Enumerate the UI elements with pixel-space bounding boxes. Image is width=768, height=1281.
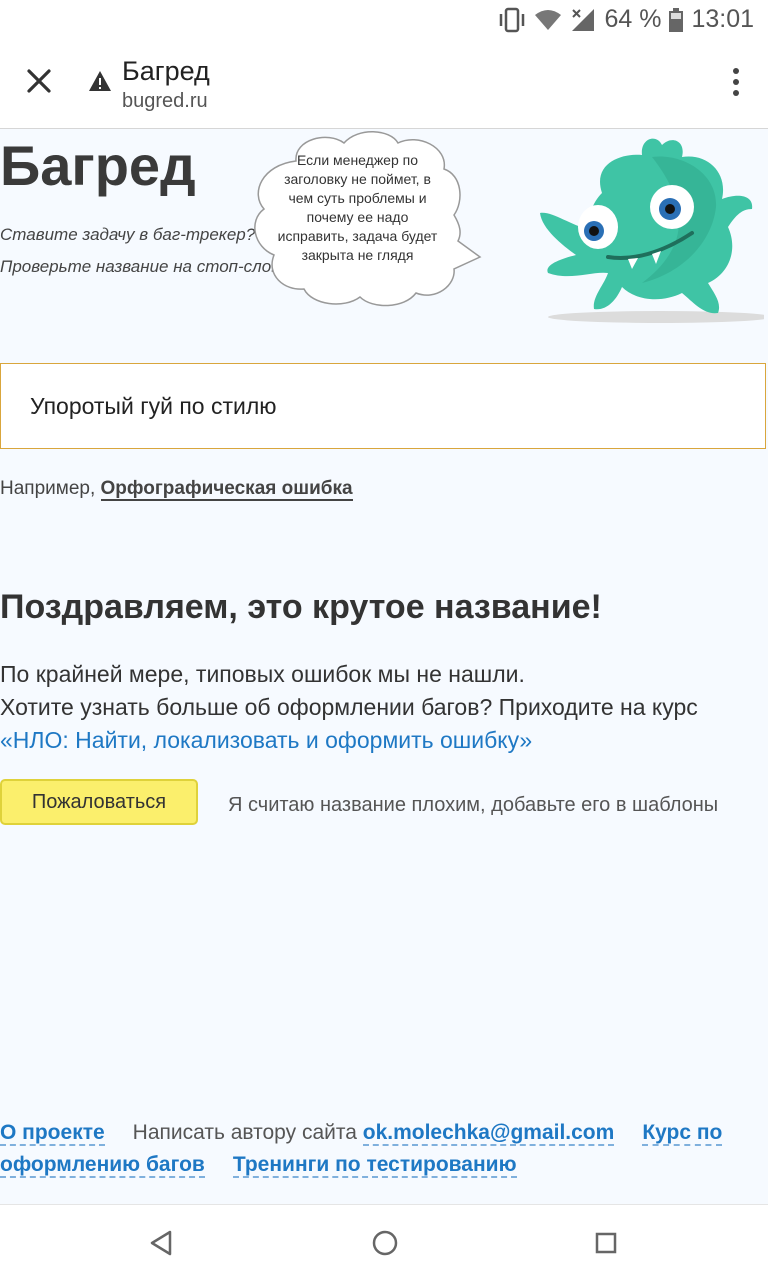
- footer-links: О проекте Написать автору сайта ok.molech…: [0, 1117, 740, 1181]
- battery-icon: [669, 7, 684, 32]
- signal-icon: [570, 7, 596, 33]
- site-title: Багред: [0, 134, 196, 197]
- course-link[interactable]: «НЛО: Найти, локализовать и оформить оши…: [0, 727, 532, 753]
- footer-email-link[interactable]: ok.molechka@gmail.com: [362, 1121, 615, 1146]
- result-line-1: По крайней мере, типовых ошибок мы не на…: [0, 661, 525, 687]
- recent-apps-square-icon[interactable]: [594, 1231, 618, 1255]
- footer-about-link[interactable]: О проекте: [0, 1121, 105, 1146]
- vibrate-icon: [498, 7, 526, 33]
- wifi-icon: [534, 8, 562, 32]
- tagline-line-2: Проверьте название на стоп-слова: [0, 257, 290, 276]
- page-url[interactable]: bugred.ru: [122, 90, 208, 113]
- result-paragraph: По крайней мере, типовых ошибок мы не на…: [0, 658, 760, 757]
- home-circle-icon[interactable]: [371, 1229, 399, 1257]
- example-prefix: Например,: [0, 478, 101, 499]
- back-triangle-icon[interactable]: [148, 1229, 174, 1257]
- footer-trainings-link[interactable]: Тренинги по тестированию: [232, 1153, 517, 1178]
- status-bar: 64 % 13:01: [0, 0, 768, 42]
- more-options-button[interactable]: [732, 68, 740, 100]
- footer-write-author: Написать автору сайта: [132, 1121, 363, 1144]
- tagline-line-1: Ставите задачу в баг-трекер?: [0, 225, 256, 244]
- example-hint: Например, Орфографическая ошибка: [0, 478, 353, 501]
- page-content: Багред Ставите задачу в баг-трекер? Пров…: [0, 129, 768, 1204]
- example-link[interactable]: Орфографическая ошибка: [100, 478, 353, 501]
- browser-toolbar: Багред bugred.ru: [0, 42, 768, 129]
- result-heading: Поздравляем, это крутое название!: [0, 588, 602, 626]
- bug-title-input[interactable]: Упоротый гуй по стилю: [0, 363, 766, 449]
- speech-bubble-text: Если менеджер по заголовку не поймет, в …: [277, 152, 438, 263]
- more-dots-icon: [733, 68, 739, 74]
- bug-monster-mascot: [540, 138, 764, 323]
- battery-percent: 64 %: [604, 5, 662, 33]
- clock: 13:01: [691, 5, 754, 33]
- system-navigation-bar: [0, 1204, 768, 1281]
- page-title: Багред: [122, 56, 210, 86]
- complain-button[interactable]: Пожаловаться: [0, 779, 198, 825]
- close-icon: [27, 69, 51, 93]
- not-secure-warning-icon[interactable]: [88, 70, 112, 97]
- close-tab-button[interactable]: [22, 64, 56, 98]
- result-line-2: Хотите узнать больше об оформлении багов…: [0, 694, 698, 720]
